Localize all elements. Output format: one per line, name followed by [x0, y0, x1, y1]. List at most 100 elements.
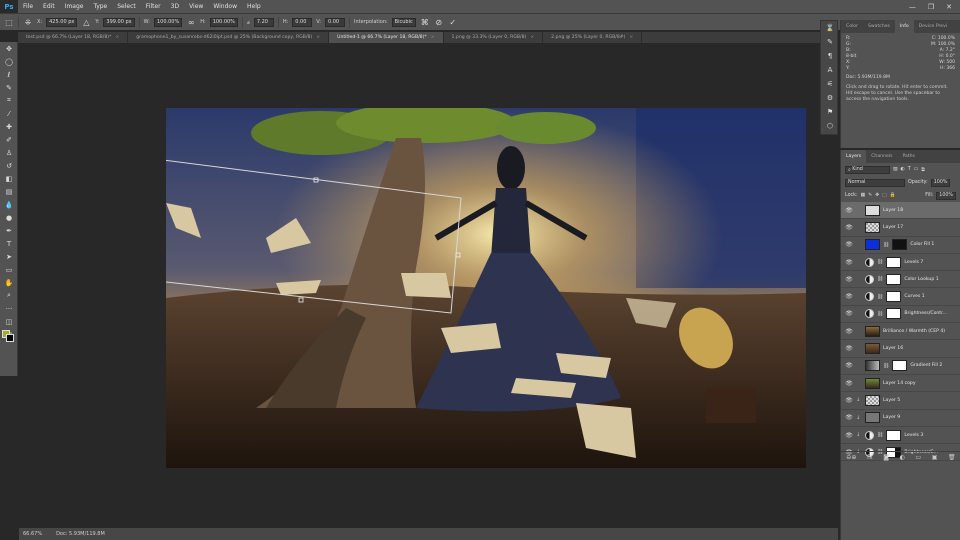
quick-mask-icon[interactable]: ◫: [0, 315, 18, 328]
x-field[interactable]: 425.00 px: [46, 17, 78, 27]
close-tab-icon[interactable]: ×: [316, 35, 320, 40]
clone-stamp-tool-icon[interactable]: ♙: [0, 146, 18, 159]
path-select-tool-icon[interactable]: ➤: [0, 250, 18, 263]
tab-color[interactable]: Color: [841, 20, 863, 33]
commit-transform-icon[interactable]: ✓: [448, 17, 458, 27]
menu-file[interactable]: File: [18, 3, 38, 10]
tab-gramophone-psd[interactable]: gramophone1_by_susanrebs-d62i0ipt.psd @ …: [128, 32, 330, 43]
layer-row[interactable]: 👁 Layer 17: [841, 219, 960, 237]
minimize-button[interactable]: —: [909, 3, 916, 11]
menu-image[interactable]: Image: [60, 3, 89, 10]
new-adjustment-icon[interactable]: ◐: [900, 454, 905, 461]
visibility-eye-icon[interactable]: 👁: [845, 259, 853, 266]
filter-type-icon[interactable]: T: [908, 167, 911, 172]
gradient-tool-icon[interactable]: ▤: [0, 185, 18, 198]
height-field[interactable]: 100.00%: [209, 17, 238, 27]
visibility-eye-icon[interactable]: 👁: [845, 224, 853, 231]
new-layer-icon[interactable]: ▣: [932, 454, 938, 461]
layer-row[interactable]: 👁 ⛓ Curves 1: [841, 288, 960, 306]
type-tool-icon[interactable]: T: [0, 237, 18, 250]
visibility-eye-icon[interactable]: 👁: [845, 207, 853, 214]
tab-test-psd[interactable]: test.psd @ 66.7% (Layer 18, RGB/8)* ×: [18, 32, 129, 43]
layer-row[interactable]: 👁 ⛓ Brightness/Contr...: [841, 306, 960, 324]
layer-row[interactable]: 👁 ⛓ Gradient Fill 2: [841, 358, 960, 375]
document-artwork[interactable]: [166, 108, 806, 468]
visibility-eye-icon[interactable]: 👁: [845, 345, 853, 352]
lock-pixels-icon[interactable]: ▦: [861, 193, 866, 198]
3d-icon[interactable]: ⬡: [821, 119, 839, 133]
blend-mode-select[interactable]: Normal: [845, 178, 905, 187]
menu-edit[interactable]: Edit: [38, 3, 60, 10]
visibility-eye-icon[interactable]: 👁: [845, 310, 853, 317]
brush-panel-icon[interactable]: ✎: [821, 35, 839, 49]
new-group-icon[interactable]: ▭: [915, 454, 921, 461]
menu-window[interactable]: Help: [242, 3, 266, 10]
properties-icon[interactable]: ⚙: [821, 91, 839, 105]
history-icon[interactable]: ⌛: [821, 21, 839, 35]
lock-position-icon[interactable]: ✥: [875, 193, 879, 198]
tab-device-preview[interactable]: Device Previ: [914, 20, 952, 33]
paragraph-icon[interactable]: ¶: [821, 49, 839, 63]
close-tab-icon[interactable]: ×: [115, 35, 119, 40]
tab-swatches[interactable]: Swatches: [863, 20, 895, 33]
character-icon[interactable]: A: [821, 63, 839, 77]
visibility-eye-icon[interactable]: 👁: [845, 276, 853, 283]
menu-type[interactable]: Select: [112, 3, 141, 10]
tab-info[interactable]: Info: [894, 20, 914, 33]
lock-image-icon[interactable]: ✎: [868, 193, 872, 198]
crop-tool-icon[interactable]: ⌗: [0, 94, 18, 107]
angle-field[interactable]: 7.20: [253, 17, 274, 27]
opacity-field[interactable]: 100%: [930, 178, 951, 187]
visibility-eye-icon[interactable]: 👁: [845, 241, 853, 248]
eraser-tool-icon[interactable]: ◧: [0, 172, 18, 185]
vskew-field[interactable]: 0.00: [324, 17, 345, 27]
visibility-eye-icon[interactable]: 👁: [845, 380, 853, 387]
background-color-swatch[interactable]: [6, 334, 14, 342]
close-tab-icon[interactable]: ×: [629, 35, 633, 40]
tab-untitled-1[interactable]: Untitled-1 @ 66.7% (Layer 18, RGB/8)* ×: [329, 32, 444, 43]
fill-field[interactable]: 100%: [936, 191, 956, 200]
filter-adjustment-icon[interactable]: ◐: [901, 167, 905, 172]
warp-mode-icon[interactable]: ⌘: [420, 17, 430, 27]
tab-1-png[interactable]: 1.png @ 33.3% (Layer 0, RGB/8) ×: [444, 32, 544, 43]
hand-tool-icon[interactable]: ✋: [0, 276, 18, 289]
tab-layers[interactable]: Layers: [841, 150, 867, 163]
close-button[interactable]: ✕: [946, 3, 952, 11]
adjustments-icon[interactable]: ⚟: [821, 77, 839, 91]
visibility-eye-icon[interactable]: 👁: [845, 293, 853, 300]
menu-3d[interactable]: View: [184, 3, 208, 10]
menu-select[interactable]: Filter: [141, 3, 166, 10]
maximize-button[interactable]: ❐: [928, 3, 934, 11]
trash-icon[interactable]: 🗑: [948, 454, 956, 461]
layer-row[interactable]: 👁 ↓ Layer 9: [841, 410, 960, 427]
tool-presets-icon[interactable]: ⚑: [821, 105, 839, 119]
visibility-eye-icon[interactable]: 👁: [845, 362, 853, 369]
layer-row[interactable]: 👁 ↓ ⛓ Levels 3: [841, 427, 960, 445]
width-field[interactable]: 100.00%: [153, 17, 183, 27]
filter-shape-icon[interactable]: ▭: [914, 167, 919, 172]
history-brush-tool-icon[interactable]: ↺: [0, 159, 18, 172]
layer-row[interactable]: 👁 ↓ Layer 5: [841, 392, 960, 410]
zoom-level[interactable]: 66.67%: [23, 531, 42, 537]
eyedropper-tool-icon[interactable]: ⁄: [0, 107, 18, 120]
filter-smart-icon[interactable]: ⧉: [921, 167, 924, 173]
close-tab-icon[interactable]: ×: [530, 35, 534, 40]
layer-kind-filter[interactable]: ⌕ Kind: [845, 165, 890, 174]
layer-row[interactable]: 👁 ⛓ Color Lookup 1: [841, 271, 960, 289]
menu-view[interactable]: Window: [208, 3, 242, 10]
fx-icon[interactable]: fx: [867, 454, 873, 461]
hskew-field[interactable]: 0.00: [292, 17, 313, 27]
transform-tool-icon[interactable]: ⬚: [4, 17, 14, 27]
lock-all-icon[interactable]: 🔒: [890, 193, 896, 198]
tab-channels[interactable]: Channels: [866, 150, 897, 163]
layer-row[interactable]: 👁 Brilliance / Warmth (CEP 4): [841, 323, 960, 341]
close-tab-icon[interactable]: ×: [431, 35, 435, 40]
visibility-eye-icon[interactable]: 👁: [845, 432, 853, 439]
visibility-eye-icon[interactable]: 👁: [845, 328, 853, 335]
menu-filter[interactable]: 3D: [166, 3, 184, 10]
filter-pixel-icon[interactable]: ▨: [893, 167, 898, 172]
layer-row[interactable]: 👁 Layer 16: [841, 340, 960, 358]
dodge-tool-icon[interactable]: ●: [0, 211, 18, 224]
link-layers-icon[interactable]: ⊖⊕: [846, 454, 856, 461]
brush-tool-icon[interactable]: ✐: [0, 133, 18, 146]
